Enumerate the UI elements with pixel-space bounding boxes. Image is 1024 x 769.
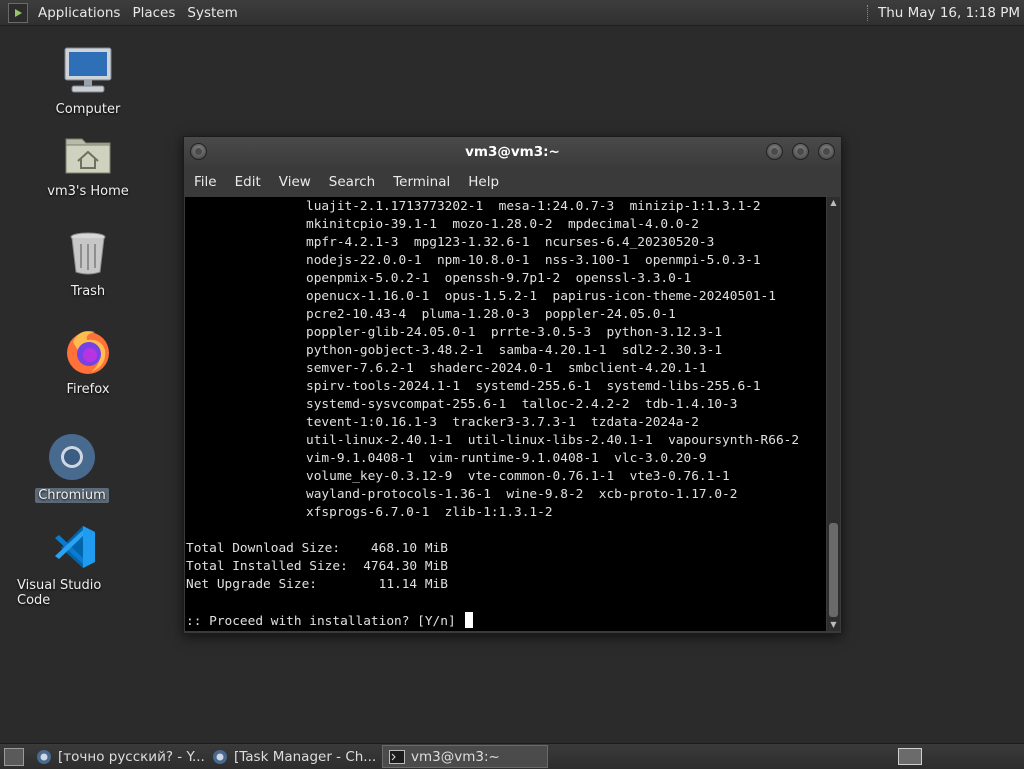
- show-desktop-icon[interactable]: [4, 747, 24, 766]
- taskbar-item-chromium-1[interactable]: [точно русский? - Y...: [30, 745, 204, 768]
- menu-search[interactable]: Search: [320, 174, 384, 190]
- install-prompt: :: Proceed with installation? [Y/n]: [186, 614, 464, 629]
- terminal-line: semver-7.6.2-1 shaderc-2024.0-1 smbclien…: [306, 361, 707, 376]
- terminal-line: mpfr-4.2.1-3 mpg123-1.32.6-1 ncurses-6.4…: [306, 235, 715, 250]
- places-menu[interactable]: Places: [128, 5, 183, 21]
- menu-view[interactable]: View: [270, 174, 320, 190]
- scroll-thumb[interactable]: [829, 523, 838, 617]
- terminal-line: poppler-glib-24.05.0-1 prrte-3.0.5-3 pyt…: [306, 325, 723, 340]
- taskbar-item-chromium-2[interactable]: [Task Manager - Ch...: [206, 745, 380, 768]
- scroll-up-arrow-icon[interactable]: ▲: [827, 197, 840, 209]
- top-panel: Applications Places System Thu May 16, 1…: [0, 0, 1024, 26]
- terminal-line: pcre2-10.43-4 pluma-1.28.0-3 poppler-24.…: [306, 307, 676, 322]
- terminal-line: vim-9.1.0408-1 vim-runtime-9.1.0408-1 vl…: [306, 451, 707, 466]
- menu-terminal[interactable]: Terminal: [384, 174, 459, 190]
- terminal-line: python-gobject-3.48.2-1 samba-4.20.1-1 s…: [306, 343, 723, 358]
- text-cursor: [465, 612, 474, 628]
- bottom-panel: [точно русский? - Y... [Task Manager - C…: [0, 743, 1024, 769]
- desktop-icon-label: Computer: [55, 102, 121, 117]
- minimize-button[interactable]: [766, 143, 783, 160]
- terminal-line: openpmix-5.0.2-1 openssh-9.7p1-2 openssl…: [306, 271, 692, 286]
- desktop-icon-label: Trash: [70, 284, 106, 299]
- terminal-line: openucx-1.16.0-1 opus-1.5.2-1 papirus-ic…: [306, 289, 776, 304]
- desktop-icon-trash[interactable]: Trash: [28, 226, 148, 299]
- workspace-switcher[interactable]: [898, 748, 922, 765]
- terminal-icon: [389, 749, 405, 764]
- trash-icon: [61, 226, 115, 280]
- maximize-button[interactable]: [792, 143, 809, 160]
- terminal-line: xfsprogs-6.7.0-1 zlib-1:1.3.1-2: [306, 505, 553, 520]
- terminal-output[interactable]: luajit-2.1.1713773202-1 mesa-1:24.0.7-3 …: [185, 197, 826, 631]
- window-title: vm3@vm3:~: [465, 144, 560, 160]
- terminal-line: wayland-protocols-1.36-1 wine-9.8-2 xcb-…: [306, 487, 738, 502]
- desktop-icon-label: Chromium: [35, 488, 109, 503]
- terminal-scrollbar[interactable]: ▲ ▼: [827, 197, 840, 631]
- upgrade-size-line: Net Upgrade Size: 11.14 MiB: [186, 577, 448, 592]
- menu-file[interactable]: File: [184, 174, 226, 190]
- desktop-icon-firefox[interactable]: Firefox: [28, 324, 148, 397]
- home-folder-icon: [61, 126, 115, 180]
- terminal-window: vm3@vm3:~ File Edit View Search Terminal…: [183, 136, 842, 634]
- terminal-line: volume_key-0.3.12-9 vte-common-0.76.1-1 …: [306, 469, 730, 484]
- desktop-icon-vscode[interactable]: Visual Studio Code: [14, 520, 134, 608]
- terminal-line: spirv-tools-2024.1-1 systemd-255.6-1 sys…: [306, 379, 761, 394]
- computer-icon: [61, 44, 115, 98]
- taskbar-item-label: [точно русский? - Y...: [58, 748, 204, 765]
- panel-separator: [866, 4, 870, 21]
- taskbar-item-label: [Task Manager - Ch...: [234, 748, 377, 765]
- menu-edit[interactable]: Edit: [226, 174, 270, 190]
- desktop-icon-label: Visual Studio Code: [17, 578, 102, 608]
- terminal-line: systemd-sysvcompat-255.6-1 talloc-2.4.2-…: [306, 397, 738, 412]
- prompt-line[interactable]: :: Proceed with installation? [Y/n]: [186, 612, 474, 630]
- applications-menu[interactable]: Applications: [34, 5, 128, 21]
- taskbar-item-label: vm3@vm3:~: [411, 748, 500, 765]
- scroll-down-arrow-icon[interactable]: ▼: [827, 619, 840, 631]
- terminal-line: nodejs-22.0.0-1 npm-10.8.0-1 nss-3.100-1…: [306, 253, 761, 268]
- chromium-icon: [212, 749, 228, 765]
- desktop-icon-label: Firefox: [66, 382, 110, 397]
- desktop-icon-label: vm3's Home: [47, 184, 129, 199]
- desktop-icon-chromium[interactable]: Chromium: [12, 430, 132, 503]
- terminal-line: util-linux-2.40.1-1 util-linux-libs-2.40…: [306, 433, 800, 448]
- taskbar-item-terminal[interactable]: vm3@vm3:~: [382, 745, 548, 768]
- chromium-icon: [36, 749, 52, 765]
- window-menubar: File Edit View Search Terminal Help: [184, 167, 841, 197]
- clock[interactable]: Thu May 16, 1:18 PM: [878, 5, 1024, 21]
- vscode-icon: [47, 520, 101, 574]
- menu-help[interactable]: Help: [459, 174, 508, 190]
- terminal-line: tevent-1:0.16.1-3 tracker3-3.7.3-1 tzdat…: [306, 415, 699, 430]
- system-menu[interactable]: System: [183, 5, 245, 21]
- window-menu-button[interactable]: [190, 143, 207, 160]
- terminal-line: luajit-2.1.1713773202-1 mesa-1:24.0.7-3 …: [306, 199, 761, 214]
- terminal-line: mkinitcpio-39.1-1 mozo-1.28.0-2 mpdecima…: [306, 217, 699, 232]
- download-size-line: Total Download Size: 468.10 MiB: [186, 541, 448, 556]
- desktop-icon-home[interactable]: vm3's Home: [28, 126, 148, 199]
- close-button[interactable]: [818, 143, 835, 160]
- chromium-icon: [45, 430, 99, 484]
- menu-logo-icon[interactable]: [8, 2, 28, 23]
- desktop-icon-computer[interactable]: Computer: [28, 44, 148, 117]
- window-titlebar[interactable]: vm3@vm3:~: [184, 137, 841, 167]
- firefox-icon: [61, 324, 115, 378]
- installed-size-line: Total Installed Size: 4764.30 MiB: [186, 559, 448, 574]
